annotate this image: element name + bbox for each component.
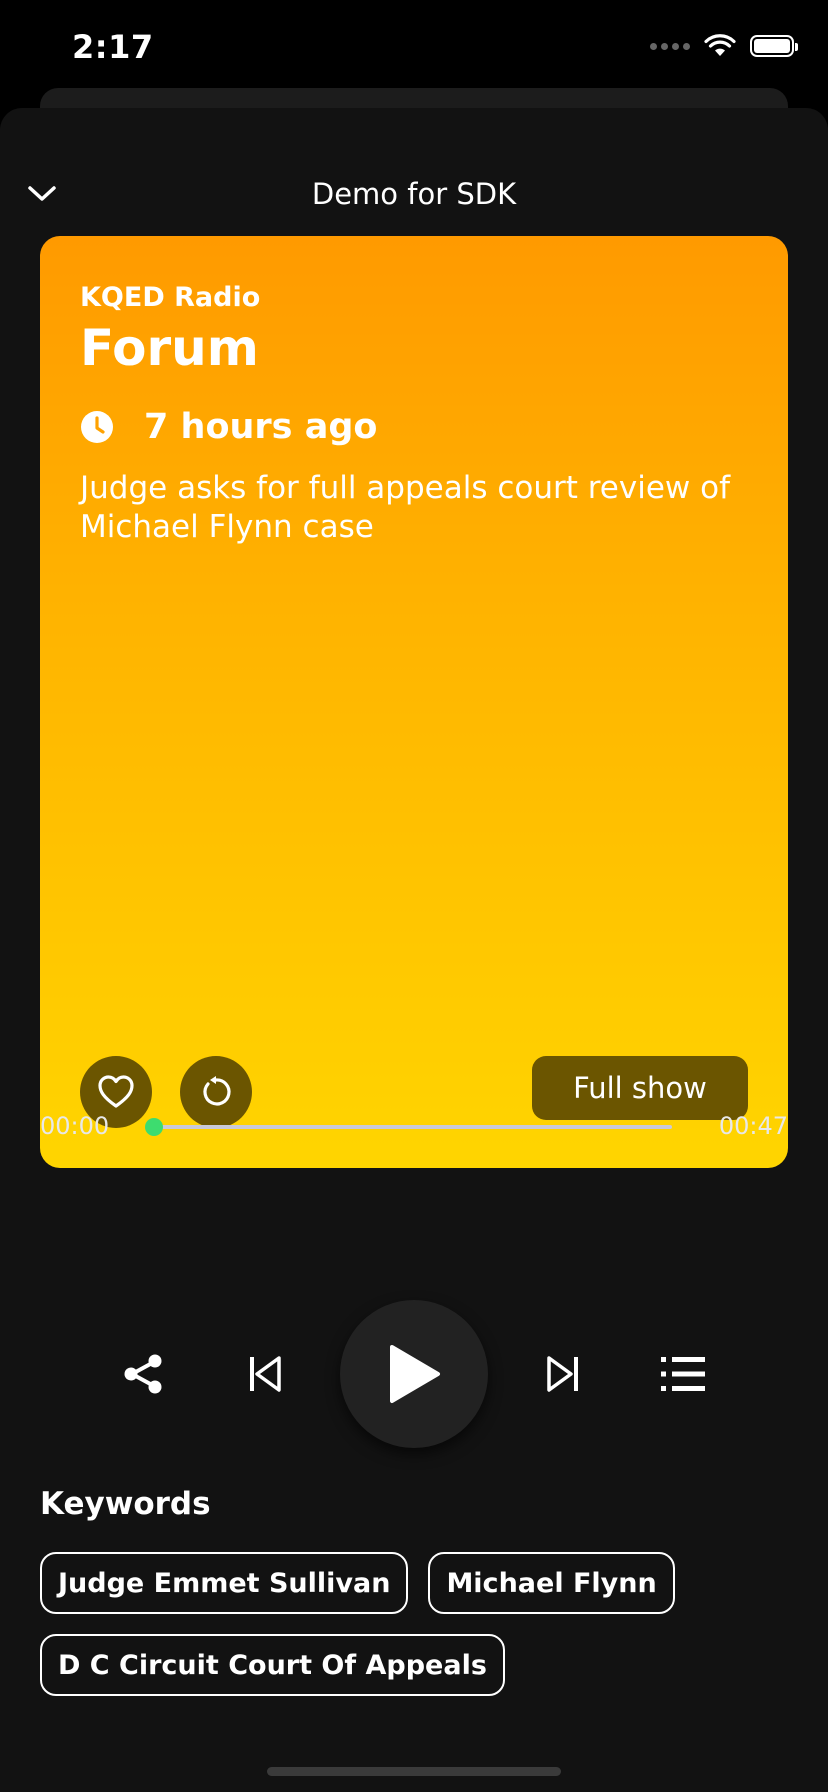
time-ago-label: 7 hours ago: [144, 407, 378, 447]
next-button[interactable]: [539, 1350, 587, 1398]
player-screen: 2:17 Demo for SDK KQED Radio Forum 7 hou…: [0, 0, 828, 1792]
status-time: 2:17: [72, 28, 154, 66]
episode-headline: Judge asks for full appeals court review…: [80, 470, 731, 545]
keyword-chip[interactable]: D C Circuit Court Of Appeals: [40, 1634, 505, 1696]
wifi-icon: [704, 34, 736, 56]
status-icons: [650, 34, 798, 58]
keywords-heading: Keywords: [40, 1486, 211, 1522]
page-title: Demo for SDK: [311, 177, 517, 211]
full-show-button[interactable]: Full show: [532, 1056, 748, 1120]
keyword-chips: Judge Emmet Sullivan Michael Flynn D C C…: [40, 1552, 788, 1696]
duration: 00:47: [718, 1112, 788, 1140]
playback-progress: 00:00 00:47: [40, 1112, 788, 1142]
playback-controls: [0, 1300, 828, 1450]
heart-icon: [98, 1075, 134, 1108]
play-icon: [390, 1345, 440, 1403]
home-indicator[interactable]: [267, 1767, 561, 1776]
episode-card: KQED Radio Forum 7 hours ago Judge asks …: [40, 236, 788, 1168]
sheet-header: Demo for SDK: [0, 164, 828, 224]
cellular-signal-icon: [650, 42, 690, 50]
battery-icon: [750, 35, 798, 57]
skip-next-icon: [547, 1356, 578, 1392]
station-name: KQED Radio: [80, 282, 261, 313]
list-icon: [661, 1357, 705, 1391]
progress-slider[interactable]: [145, 1118, 672, 1136]
share-icon: [124, 1354, 162, 1394]
progress-thumb[interactable]: [145, 1118, 163, 1136]
clock-icon: [81, 411, 113, 443]
keyword-chip[interactable]: Michael Flynn: [428, 1552, 675, 1614]
replay-icon: [203, 1076, 231, 1106]
share-button[interactable]: [119, 1350, 167, 1398]
published-time: 7 hours ago: [80, 407, 748, 447]
keyword-chip[interactable]: Judge Emmet Sullivan: [40, 1552, 409, 1614]
play-button[interactable]: [340, 1300, 488, 1448]
current-time: 00:00: [40, 1112, 110, 1140]
now-playing-sheet: Demo for SDK KQED Radio Forum 7 hours ag…: [0, 108, 828, 1792]
collapse-button[interactable]: [22, 174, 62, 214]
previous-button[interactable]: [241, 1350, 289, 1398]
chevron-down-icon: [28, 186, 56, 201]
skip-previous-icon: [250, 1356, 281, 1392]
queue-button[interactable]: [658, 1350, 708, 1398]
show-title: Forum: [80, 319, 259, 377]
